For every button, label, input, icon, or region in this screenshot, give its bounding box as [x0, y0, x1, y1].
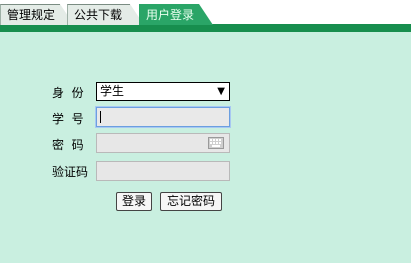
- captcha-label: 验证码: [52, 165, 89, 179]
- identity-select[interactable]: 学生 ▼: [96, 82, 230, 101]
- tab-user-login[interactable]: 用户登录: [139, 4, 199, 25]
- student-id-label: 学 号: [52, 112, 84, 126]
- tab-regulations[interactable]: 管理规定: [0, 4, 60, 25]
- tab-public-download[interactable]: 公共下载: [67, 4, 130, 25]
- identity-select-value: 学生: [100, 84, 125, 98]
- password-input[interactable]: [96, 133, 230, 153]
- tab-bar-strip: [0, 24, 411, 32]
- identity-label: 身 份: [52, 86, 84, 100]
- keyboard-icon[interactable]: [208, 137, 224, 149]
- password-label: 密 码: [52, 138, 84, 152]
- tab-user-login-edge: [199, 4, 213, 25]
- tab-public-download-label: 公共下载: [74, 8, 123, 22]
- captcha-input[interactable]: [96, 161, 230, 181]
- login-button[interactable]: 登录: [116, 192, 152, 211]
- dropdown-arrow-icon: ▼: [217, 86, 225, 97]
- tab-user-login-label: 用户登录: [146, 8, 195, 22]
- text-caret: [100, 111, 101, 123]
- forgot-password-button[interactable]: 忘记密码: [160, 192, 222, 211]
- student-id-input[interactable]: [96, 107, 230, 127]
- tab-regulations-label: 管理规定: [7, 8, 56, 22]
